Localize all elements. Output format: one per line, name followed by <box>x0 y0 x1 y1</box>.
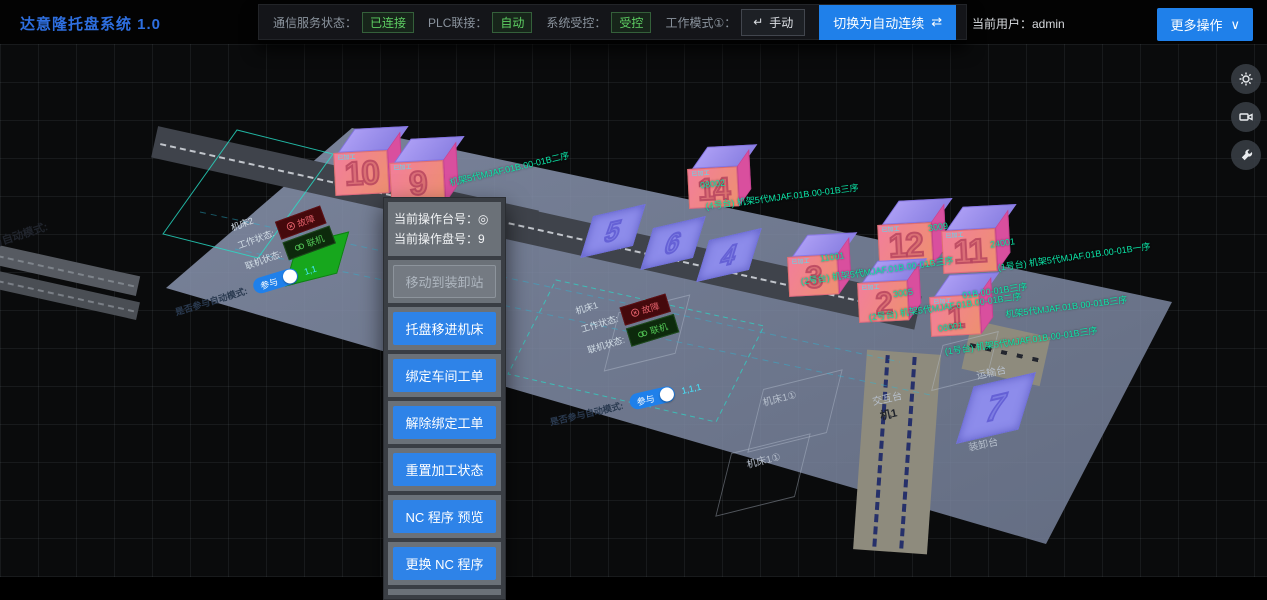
menu-button-card-3: 解除绑定工单 <box>388 401 501 444</box>
more-actions-label: 更多操作 <box>1170 15 1222 34</box>
side-toolbar <box>1231 64 1261 170</box>
enter-arrow-icon: ↵ <box>753 15 763 29</box>
tile-number: 5 <box>601 212 626 249</box>
pallet-status-text: 已加工 <box>337 154 355 162</box>
menu-button-card-4: 重置加工状态 <box>388 448 501 491</box>
top-bar: 达意隆托盘系统 1.0 通信服务状态： 已连接 PLC联接： 自动 系统受控： … <box>0 0 1267 44</box>
pallet-info-row: 当前操作盘号：9 <box>394 229 495 249</box>
scene-viewport[interactable]: 已加工10已加工9已加工14已加工3已加工12已加工11已加工2已加工15647… <box>0 44 1267 577</box>
toggle-suffix-value: 1,1 <box>303 264 318 277</box>
menu-button-card-2: 绑定车间工单 <box>388 354 501 397</box>
current-user: 当前用户：admin <box>972 15 1065 32</box>
pallet-cube-front: 已加工11 <box>941 228 997 274</box>
status-control-badge: 受控 <box>611 12 651 33</box>
fault-text: 故障 <box>295 212 316 230</box>
menu-button-card-0: 移动到装卸站 <box>388 260 501 303</box>
status-comm: 通信服务状态： 已连接 <box>273 12 414 33</box>
settings-button[interactable] <box>1231 64 1261 94</box>
menu-button-2[interactable]: 绑定车间工单 <box>393 359 496 392</box>
switch-auto-label: 切换为自动连续 <box>833 13 924 32</box>
pallet-status-text: 已加工 <box>791 259 809 267</box>
toggle-knob <box>659 386 676 403</box>
swap-icon: ⇄ <box>931 14 942 30</box>
pallet-label: 当前操作盘号： <box>394 232 478 246</box>
work-mode: 工作模式①： ↵ 手动 <box>665 9 805 36</box>
station-value: ◎ <box>478 212 488 226</box>
toggle-on-text: 参与 <box>635 391 655 408</box>
station-label: 当前操作台号： <box>394 212 478 226</box>
pallet-cube-front: 已加工10 <box>333 150 389 196</box>
menu-button-card-1: 托盘移进机床 <box>388 307 501 350</box>
camera-button[interactable] <box>1231 102 1261 132</box>
more-actions-button[interactable]: 更多操作 ∨ <box>1157 8 1253 41</box>
fault-text: 故障 <box>640 299 661 317</box>
menu-button-list: 移动到装卸站托盘移进机床绑定车间工单解除绑定工单重置加工状态 NC 程序 预览更换… <box>388 260 501 585</box>
menu-footer <box>388 589 501 595</box>
toggle-suffix-value: 1,1,1 <box>680 382 702 396</box>
pallet-value: 9 <box>478 232 485 246</box>
menu-info-card: 当前操作台号：◎ 当前操作盘号：9 <box>388 202 501 256</box>
status-control-label: 系统受控： <box>546 14 606 31</box>
video-camera-icon <box>1238 109 1254 125</box>
toggle-knob <box>281 268 298 285</box>
manual-mode-label: 手动 <box>769 14 793 31</box>
pallet-context-menu: 当前操作台号：◎ 当前操作盘号：9 移动到装卸站托盘移进机床绑定车间工单解除绑定… <box>383 197 506 600</box>
menu-button-0: 移动到装卸站 <box>393 265 496 298</box>
station-info-row: 当前操作台号：◎ <box>394 209 495 229</box>
status-comm-label: 通信服务状态： <box>273 14 357 31</box>
tile-number: 6 <box>661 224 686 261</box>
status-plc: PLC联接： 自动 <box>428 12 532 33</box>
switch-auto-button[interactable]: 切换为自动连续 ⇄ <box>819 5 956 40</box>
tile-number: 7 <box>980 384 1012 431</box>
status-plc-label: PLC联接： <box>428 14 487 31</box>
menu-button-3[interactable]: 解除绑定工单 <box>393 406 496 439</box>
chevron-down-icon: ∨ <box>1230 17 1240 33</box>
menu-button-4[interactable]: 重置加工状态 <box>393 453 496 486</box>
wrench-icon <box>1239 148 1254 163</box>
work-mode-label: 工作模式①： <box>665 14 736 31</box>
pallet-status-text: 已加工 <box>945 232 963 240</box>
gear-icon <box>1238 71 1254 87</box>
pallet-status-text: 已加工 <box>393 164 411 172</box>
app-title: 达意隆托盘系统 1.0 <box>20 13 161 34</box>
menu-button-5[interactable]: NC 程序 预览 <box>393 500 496 533</box>
status-comm-badge: 已连接 <box>362 12 414 33</box>
wrench-button[interactable] <box>1231 140 1261 170</box>
menu-button-6[interactable]: 更换 NC 程序 <box>393 547 496 580</box>
tile-number: 4 <box>717 236 742 273</box>
status-control: 系统受控： 受控 <box>546 12 651 33</box>
status-panel: 通信服务状态： 已连接 PLC联接： 自动 系统受控： 受控 工作模式①： ↵ … <box>258 4 967 40</box>
pallet-status-text: 已加工 <box>691 171 709 179</box>
menu-button-card-6: 更换 NC 程序 <box>388 542 501 585</box>
status-plc-badge: 自动 <box>492 12 532 33</box>
online-text: 联机 <box>305 232 326 250</box>
online-text: 联机 <box>648 320 669 338</box>
menu-button-card-5: NC 程序 预览 <box>388 495 501 538</box>
menu-button-1[interactable]: 托盘移进机床 <box>393 312 496 345</box>
pallet-status-text: 已加工 <box>861 285 879 293</box>
manual-mode-button[interactable]: ↵ 手动 <box>741 9 805 36</box>
pallet-status-text: 已加工 <box>881 226 899 234</box>
